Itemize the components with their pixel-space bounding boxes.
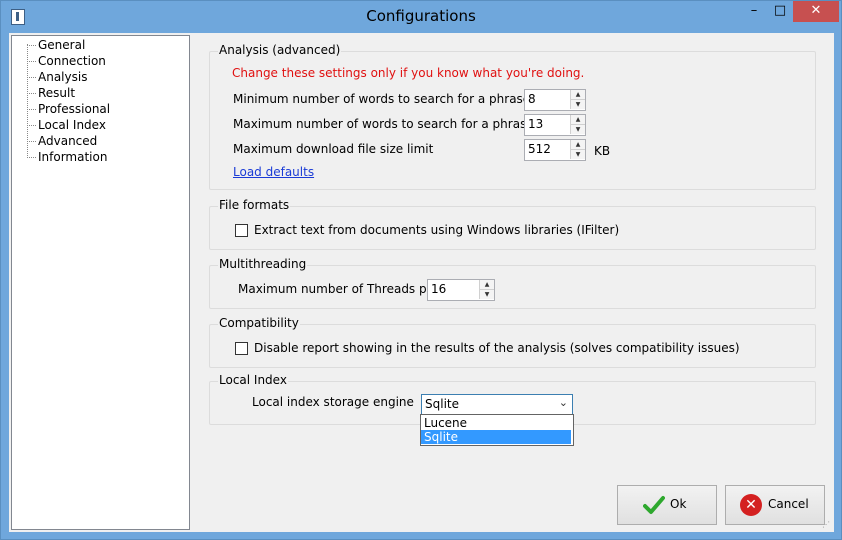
min-words-value: 8 (528, 92, 536, 106)
tree-item-label: Result (38, 86, 76, 100)
arrow-down-icon[interactable]: ▼ (570, 150, 585, 159)
max-size-value: 512 (528, 142, 551, 156)
close-button[interactable]: ✕ (793, 1, 839, 22)
arrow-up-icon[interactable]: ▲ (479, 280, 494, 290)
load-defaults-link[interactable]: Load defaults (233, 165, 314, 179)
maximize-button[interactable]: □ (767, 1, 793, 22)
max-size-stepper[interactable]: 512 ▲ ▼ (524, 139, 586, 161)
arrow-down-icon[interactable]: ▼ (479, 290, 494, 299)
settings-tree: General Connection Analysis Result Profe… (11, 35, 190, 530)
tree-connector (27, 61, 36, 62)
arrow-up-icon[interactable]: ▲ (570, 90, 585, 100)
engine-label: Local index storage engine (252, 395, 414, 409)
engine-select[interactable]: Sqlite ⌄ (421, 394, 573, 416)
tree-connector (27, 77, 36, 78)
configurations-window: Configurations – □ ✕ General Connection … (0, 0, 842, 540)
cancel-x-icon: ✕ (740, 494, 762, 516)
max-words-value: 13 (528, 117, 544, 131)
tree-item-advanced[interactable]: Advanced (12, 134, 182, 150)
arrow-up-icon[interactable]: ▲ (570, 115, 585, 125)
multithreading-group: Multithreading Maximum number of Threads… (209, 257, 816, 309)
tree-connector (27, 93, 36, 94)
engine-option-sqlite[interactable]: Sqlite (421, 430, 571, 444)
tree-connector (27, 157, 36, 158)
file-formats-group: File formats Extract text from documents… (209, 198, 816, 250)
arrow-down-icon[interactable]: ▼ (570, 100, 585, 109)
ifilter-checkbox[interactable] (235, 224, 248, 237)
compatibility-group: Compatibility Disable report showing in … (209, 316, 816, 368)
ok-label: Ok (670, 497, 687, 511)
arrow-down-icon[interactable]: ▼ (570, 125, 585, 134)
tree-connector (27, 125, 36, 126)
analysis-group-title: Analysis (advanced) (218, 43, 342, 57)
tree-item-information[interactable]: Information (12, 150, 182, 166)
cancel-label: Cancel (768, 497, 809, 511)
tree-item-general[interactable]: General (12, 38, 182, 54)
cancel-button[interactable]: ✕ Cancel (725, 485, 825, 525)
warning-text: Change these settings only if you know w… (232, 66, 585, 80)
disable-report-checkbox[interactable] (235, 342, 248, 355)
tree-item-label: General (38, 38, 86, 52)
tree-item-connection[interactable]: Connection (12, 54, 182, 70)
threads-value: 16 (431, 282, 447, 296)
local-index-title: Local Index (218, 373, 288, 387)
tree-item-label: Connection (38, 54, 106, 68)
tree-connector (27, 45, 36, 46)
min-words-stepper[interactable]: 8 ▲ ▼ (524, 89, 586, 111)
min-words-label: Minimum number of words to search for a … (233, 92, 535, 106)
tree-item-analysis[interactable]: Analysis (12, 70, 182, 86)
dialog-client: General Connection Analysis Result Profe… (9, 33, 834, 532)
engine-selected-value: Sqlite (425, 397, 459, 411)
tree-item-result[interactable]: Result (12, 86, 182, 102)
threads-stepper[interactable]: 16 ▲ ▼ (427, 279, 495, 301)
engine-dropdown-list: Lucene Sqlite (420, 414, 574, 446)
multithreading-title: Multithreading (218, 257, 308, 271)
tree-connector (27, 109, 36, 110)
file-formats-title: File formats (218, 198, 291, 212)
max-words-stepper[interactable]: 13 ▲ ▼ (524, 114, 586, 136)
compatibility-title: Compatibility (218, 316, 300, 330)
tree-item-label: Advanced (38, 134, 98, 148)
engine-option-lucene[interactable]: Lucene (421, 416, 571, 430)
tree-item-label: Local Index (38, 118, 106, 132)
title-bar[interactable]: Configurations – □ ✕ (1, 1, 841, 33)
max-words-label: Maximum number of words to search for a … (233, 117, 538, 131)
ok-button[interactable]: Ok (617, 485, 717, 525)
tree-item-label: Information (38, 150, 108, 164)
tree-item-label: Professional (38, 102, 111, 116)
ifilter-label: Extract text from documents using Window… (254, 223, 620, 237)
analysis-group: Analysis (advanced) Change these setting… (209, 43, 816, 190)
chevron-down-icon[interactable]: ⌄ (559, 396, 568, 409)
minimize-button[interactable]: – (741, 1, 767, 22)
tree-item-local-index[interactable]: Local Index (12, 118, 182, 134)
checkmark-icon (643, 496, 665, 514)
window-title: Configurations (366, 7, 476, 25)
tree-item-label: Analysis (38, 70, 88, 84)
resize-grip-icon[interactable]: ⋰ (822, 520, 832, 530)
arrow-up-icon[interactable]: ▲ (570, 140, 585, 150)
max-size-unit: KB (594, 144, 611, 158)
tree-item-professional[interactable]: Professional (12, 102, 182, 118)
tree-connector (27, 141, 36, 142)
max-size-label: Maximum download file size limit (233, 142, 434, 156)
disable-report-label: Disable report showing in the results of… (254, 341, 740, 355)
